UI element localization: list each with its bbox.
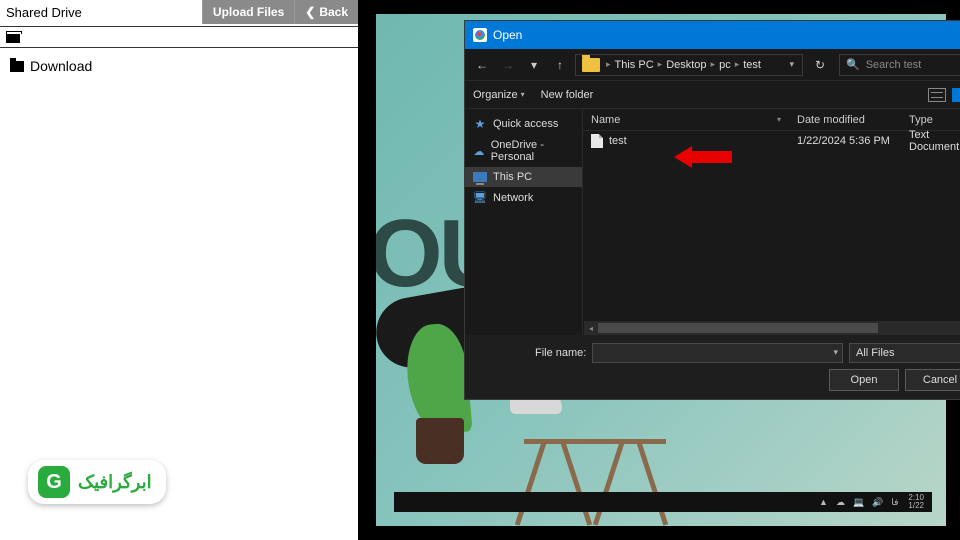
volume-tray-icon[interactable]: 🔊 bbox=[872, 497, 883, 508]
system-tray[interactable]: ▲ ☁ 💻 🔊 فا bbox=[819, 497, 898, 508]
tree-item-label: Download bbox=[30, 58, 92, 74]
new-folder-button[interactable]: New folder bbox=[541, 89, 594, 101]
chrome-icon bbox=[473, 28, 487, 42]
text-file-icon bbox=[591, 134, 603, 148]
file-type: Text Document bbox=[901, 129, 960, 153]
watermark-icon: G bbox=[38, 466, 70, 498]
search-icon: 🔍 bbox=[846, 58, 860, 71]
chevron-right-icon: ▸ bbox=[606, 59, 611, 70]
sidebar-item-onedrive[interactable]: ☁ OneDrive - Personal bbox=[465, 135, 582, 167]
onedrive-tray-icon[interactable]: ☁ bbox=[836, 497, 845, 508]
horizontal-scrollbar[interactable]: ◂ ▸ bbox=[584, 321, 960, 335]
network-tray-icon[interactable]: 💻 bbox=[853, 497, 864, 508]
view-options-button[interactable] bbox=[928, 88, 946, 102]
close-button[interactable]: ✕ bbox=[945, 21, 960, 49]
cancel-button[interactable]: Cancel bbox=[905, 369, 960, 391]
taskbar-clock[interactable]: 2:10 1/22 bbox=[908, 494, 924, 510]
taskbar: ▲ ☁ 💻 🔊 فا 2:10 1/22 bbox=[394, 492, 932, 512]
sidebar-item-this-pc[interactable]: This PC bbox=[465, 167, 582, 187]
organize-menu[interactable]: Organize ▾ bbox=[473, 89, 525, 101]
chevron-left-icon: ❮ bbox=[305, 5, 315, 19]
file-name: test bbox=[609, 135, 627, 147]
sidebar-item-quick-access[interactable]: ★ Quick access bbox=[465, 113, 582, 135]
chevron-down-icon: ▾ bbox=[521, 90, 525, 99]
file-list[interactable]: test 1/22/2024 5:36 PM Text Document bbox=[583, 131, 960, 321]
file-date: 1/22/2024 5:36 PM bbox=[789, 135, 901, 147]
back-button-label: Back bbox=[319, 5, 348, 19]
tree-item-download[interactable]: Download bbox=[6, 54, 358, 78]
cloud-icon: ☁ bbox=[473, 145, 485, 158]
breadcrumb-dropdown-icon[interactable]: ▾ bbox=[785, 59, 798, 70]
nav-recent-dropdown[interactable]: ▾ bbox=[523, 54, 545, 76]
file-name-label: File name: bbox=[535, 347, 586, 359]
file-type-filter[interactable]: All Files ▾ bbox=[849, 343, 960, 363]
nav-up-button[interactable]: ↑ bbox=[549, 54, 571, 76]
breadcrumb-desktop[interactable]: Desktop bbox=[666, 59, 706, 71]
shared-drive-panel: Shared Drive Upload Files ❮ Back Downloa… bbox=[0, 0, 358, 540]
breadcrumb-test[interactable]: test bbox=[743, 59, 761, 71]
drive-icon[interactable] bbox=[6, 33, 20, 43]
chevron-down-icon[interactable]: ▾ bbox=[833, 347, 838, 358]
column-date-modified[interactable]: Date modified bbox=[789, 114, 901, 126]
chevron-up-icon[interactable]: ▲ bbox=[819, 497, 828, 507]
nav-forward-button[interactable]: → bbox=[497, 54, 519, 76]
breadcrumb-this-pc[interactable]: This PC bbox=[615, 59, 654, 71]
column-name[interactable]: Name ▾ bbox=[583, 114, 789, 126]
file-list-pane: Name ▾ Date modified Type test 1/22/2024… bbox=[583, 109, 960, 335]
chevron-right-icon: ▸ bbox=[711, 59, 716, 70]
star-icon: ★ bbox=[473, 117, 487, 131]
back-button[interactable]: ❮ Back bbox=[294, 0, 358, 24]
language-indicator[interactable]: فا bbox=[891, 497, 898, 508]
file-open-dialog: Open ✕ ← → ▾ ↑ ▸ This PC ▸ Desktop ▸ pc … bbox=[464, 20, 960, 400]
dialog-sidebar: ★ Quick access ☁ OneDrive - Personal Thi… bbox=[465, 109, 583, 335]
preview-pane-button[interactable] bbox=[952, 88, 960, 102]
folder-icon bbox=[582, 58, 600, 72]
network-icon: 🖥 bbox=[473, 191, 487, 204]
upload-files-button[interactable]: Upload Files bbox=[202, 0, 294, 24]
watermark-logo: G ابرگرافیک bbox=[28, 460, 166, 504]
pc-icon bbox=[473, 172, 487, 182]
column-headers[interactable]: Name ▾ Date modified Type bbox=[583, 109, 960, 131]
dialog-titlebar[interactable]: Open ✕ bbox=[465, 21, 960, 49]
shared-drive-title: Shared Drive bbox=[0, 5, 82, 20]
chevron-right-icon: ▸ bbox=[658, 59, 663, 70]
folder-icon bbox=[10, 61, 24, 72]
breadcrumb-pc[interactable]: pc bbox=[719, 59, 731, 71]
dialog-navbar: ← → ▾ ↑ ▸ This PC ▸ Desktop ▸ pc ▸ test … bbox=[465, 49, 960, 81]
dialog-bottom-bar: File name: ▾ All Files ▾ Open Cancel bbox=[465, 335, 960, 399]
breadcrumb-bar[interactable]: ▸ This PC ▸ Desktop ▸ pc ▸ test ▾ bbox=[575, 54, 803, 76]
chevron-right-icon: ▸ bbox=[735, 59, 740, 70]
nav-back-button[interactable]: ← bbox=[471, 54, 493, 76]
dialog-title: Open bbox=[493, 28, 522, 42]
search-placeholder: Search test bbox=[866, 59, 922, 71]
column-type[interactable]: Type bbox=[901, 114, 960, 126]
dialog-toolbar: Organize ▾ New folder ? bbox=[465, 81, 960, 109]
open-button[interactable]: Open bbox=[829, 369, 899, 391]
watermark-text: ابرگرافیک bbox=[78, 472, 152, 493]
sidebar-item-network[interactable]: 🖥 Network bbox=[465, 187, 582, 208]
shared-drive-tree: Download bbox=[0, 48, 358, 78]
scroll-left-icon[interactable]: ◂ bbox=[584, 321, 598, 335]
refresh-button[interactable]: ↻ bbox=[809, 54, 831, 76]
sort-indicator-icon: ▾ bbox=[777, 115, 781, 124]
divider bbox=[0, 26, 358, 27]
shared-drive-header: Shared Drive Upload Files ❮ Back bbox=[0, 0, 358, 24]
file-name-input[interactable]: ▾ bbox=[592, 343, 843, 363]
search-input[interactable]: 🔍 Search test bbox=[839, 54, 960, 76]
file-row[interactable]: test 1/22/2024 5:36 PM Text Document bbox=[583, 131, 960, 151]
scrollbar-thumb[interactable] bbox=[598, 323, 878, 333]
